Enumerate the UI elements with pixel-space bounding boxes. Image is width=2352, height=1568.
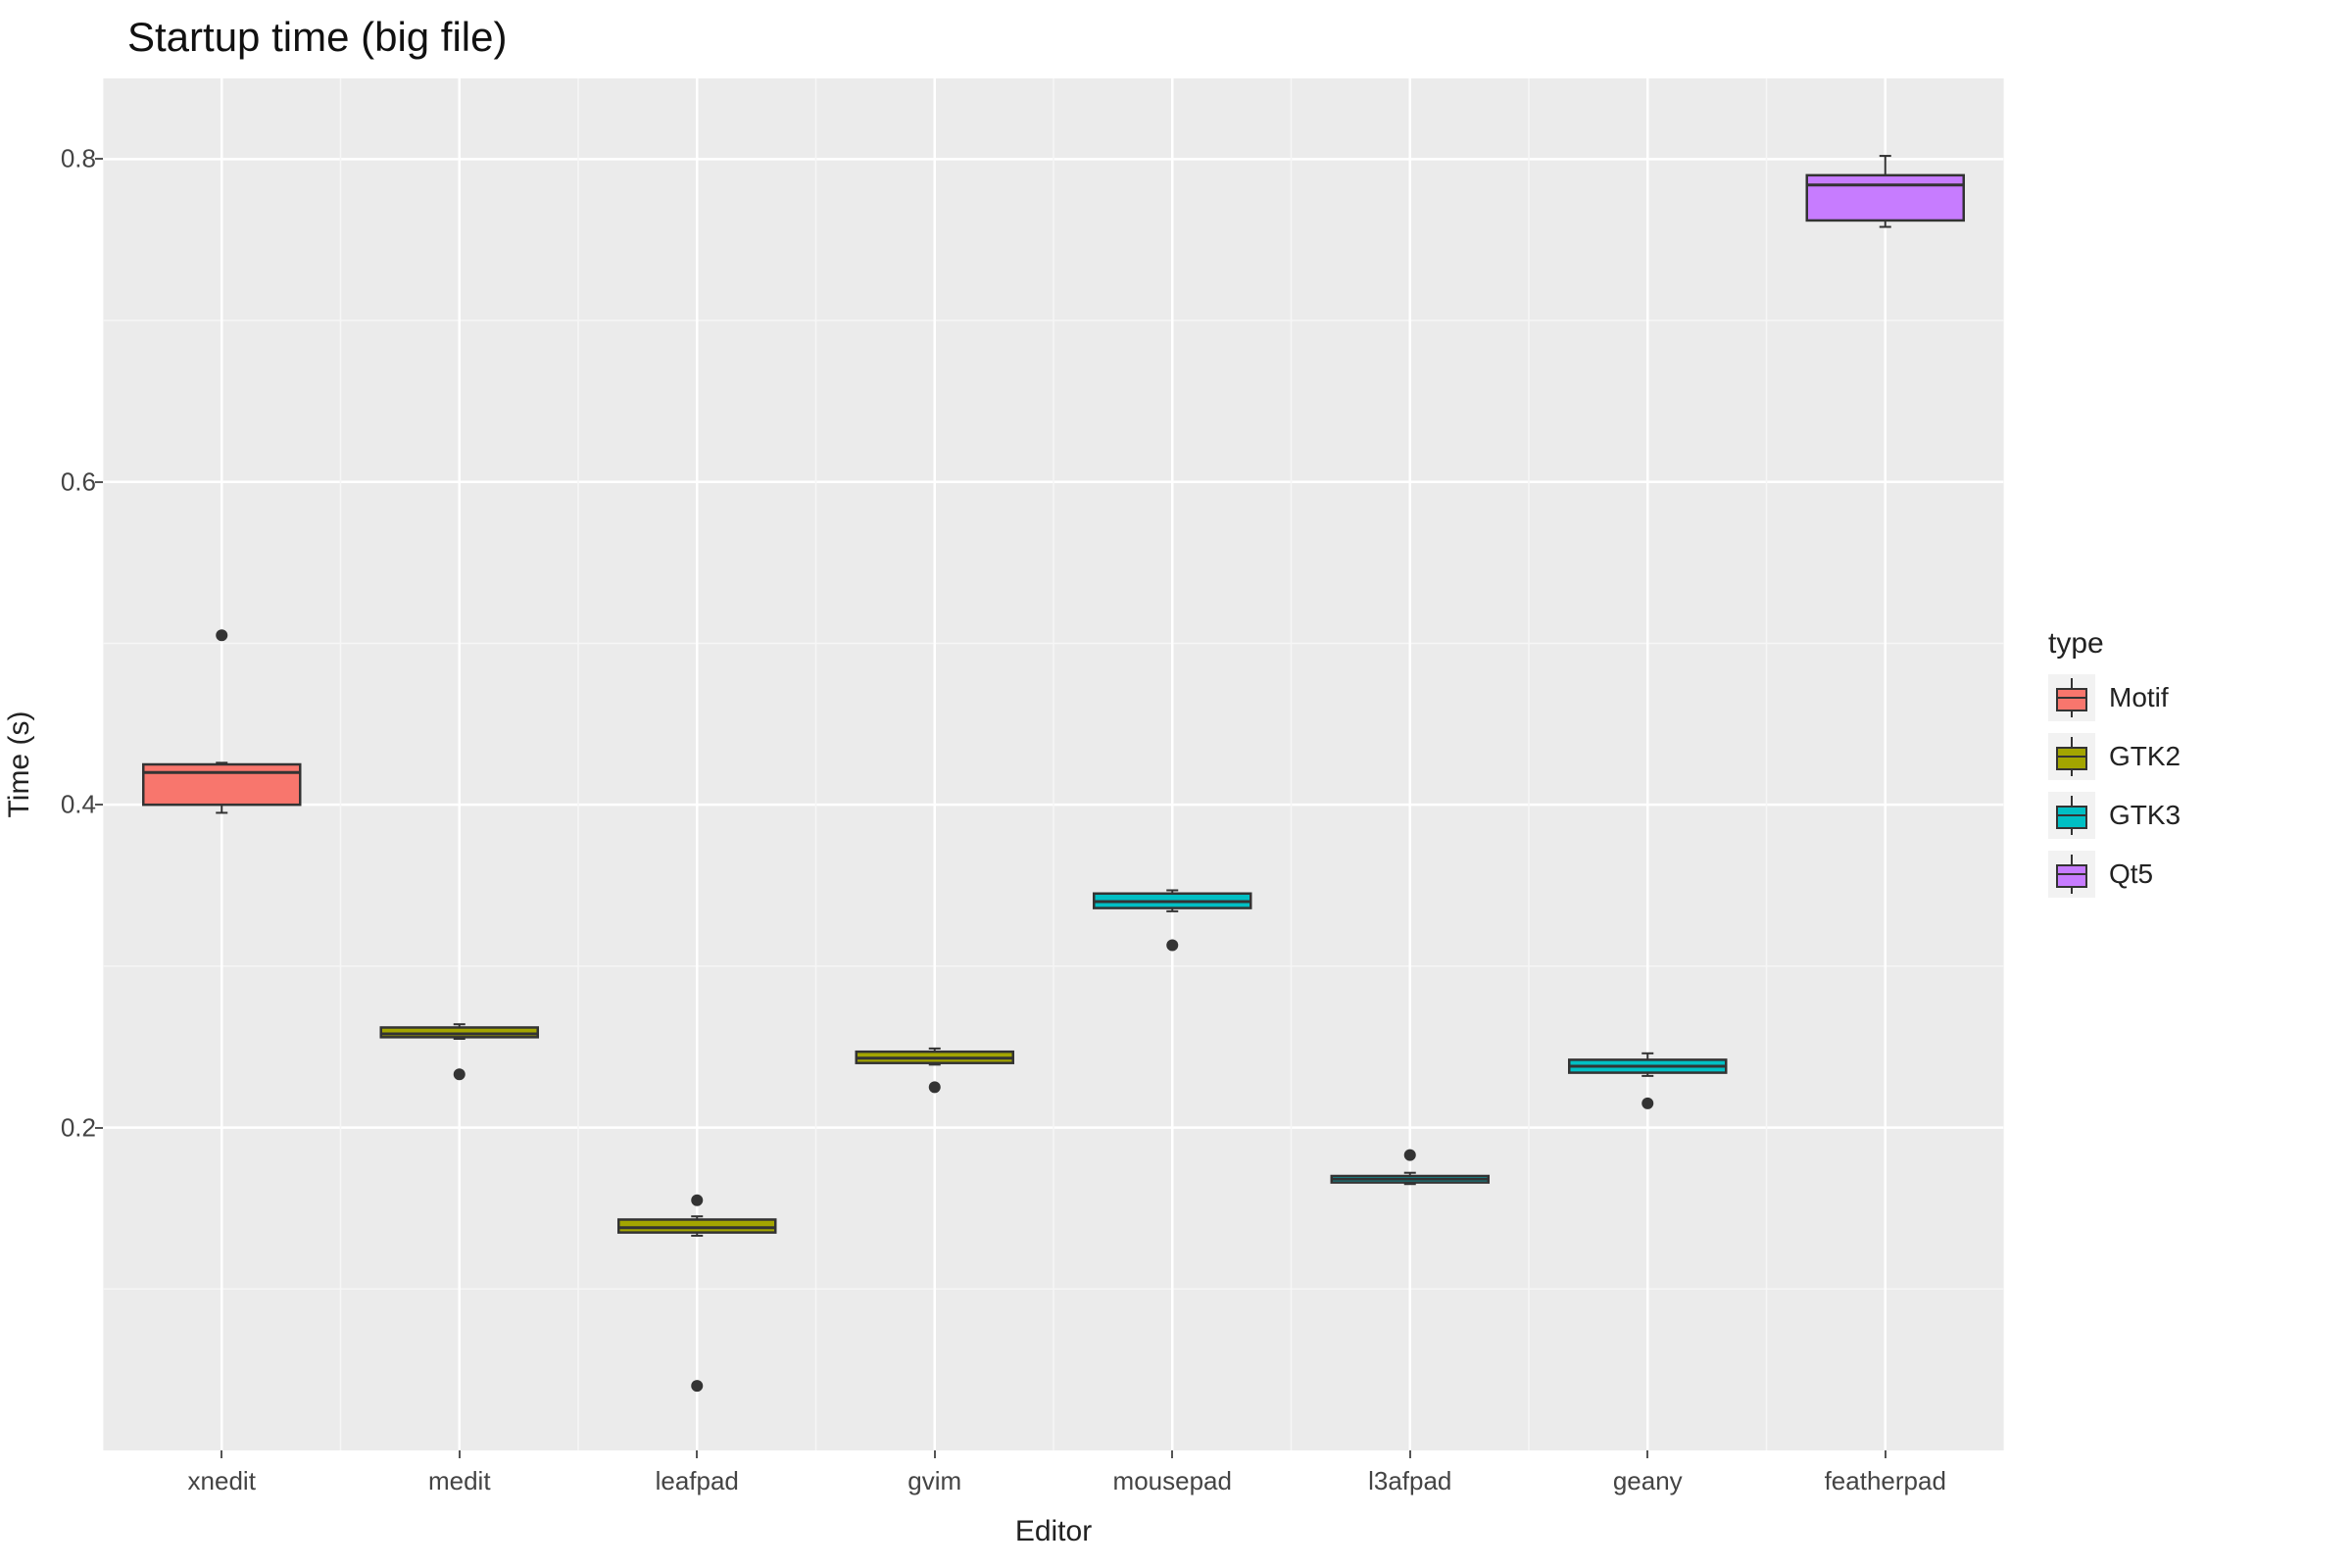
legend-title: type	[2048, 627, 2180, 661]
legend-key-icon	[2048, 733, 2095, 780]
chart-stage: Startup time (big file) Time (s) Editor …	[0, 0, 2352, 1568]
legend-item-motif: Motif	[2048, 674, 2180, 721]
legend-item-gtk2: GTK2	[2048, 733, 2180, 780]
legend-label: Motif	[2109, 682, 2169, 713]
legend-label: GTK2	[2109, 741, 2180, 772]
x-tick-label: xnedit	[188, 1466, 256, 1496]
legend-key-icon	[2048, 851, 2095, 898]
legend-label: GTK3	[2109, 800, 2180, 831]
outlier	[691, 1195, 703, 1206]
outlier	[1642, 1098, 1653, 1109]
x-tick-label: geany	[1613, 1466, 1683, 1496]
x-tick-label: featherpad	[1825, 1466, 1946, 1496]
outlier	[691, 1380, 703, 1392]
x-axis-label: Editor	[1015, 1515, 1092, 1548]
y-tick-label: 0.2	[0, 1112, 96, 1143]
box-medit	[381, 1027, 538, 1037]
x-tick-label: l3afpad	[1368, 1466, 1451, 1496]
outlier	[1404, 1150, 1416, 1161]
legend-item-gtk3: GTK3	[2048, 792, 2180, 839]
x-tick-label: mousepad	[1113, 1466, 1232, 1496]
outlier	[1166, 939, 1178, 951]
y-tick-label: 0.8	[0, 144, 96, 174]
x-tick-label: leafpad	[656, 1466, 739, 1496]
y-tick-label: 0.4	[0, 790, 96, 820]
chart-title: Startup time (big file)	[127, 14, 507, 61]
x-tick-label: gvim	[907, 1466, 961, 1496]
box-featherpad	[1807, 175, 1964, 220]
plot-svg	[103, 78, 2004, 1450]
outlier	[216, 629, 227, 641]
box-xnedit	[143, 764, 300, 805]
legend-label: Qt5	[2109, 858, 2153, 890]
outlier	[929, 1081, 941, 1093]
x-tick-label: medit	[428, 1466, 491, 1496]
y-tick-label: 0.6	[0, 466, 96, 497]
legend-key-icon	[2048, 674, 2095, 721]
plot-panel	[103, 78, 2004, 1450]
legend-key-icon	[2048, 792, 2095, 839]
outlier	[454, 1068, 466, 1080]
legend: type Motif GTK2 GTK3 Qt5	[2048, 627, 2180, 909]
legend-item-qt5: Qt5	[2048, 851, 2180, 898]
box-leafpad	[618, 1219, 775, 1232]
